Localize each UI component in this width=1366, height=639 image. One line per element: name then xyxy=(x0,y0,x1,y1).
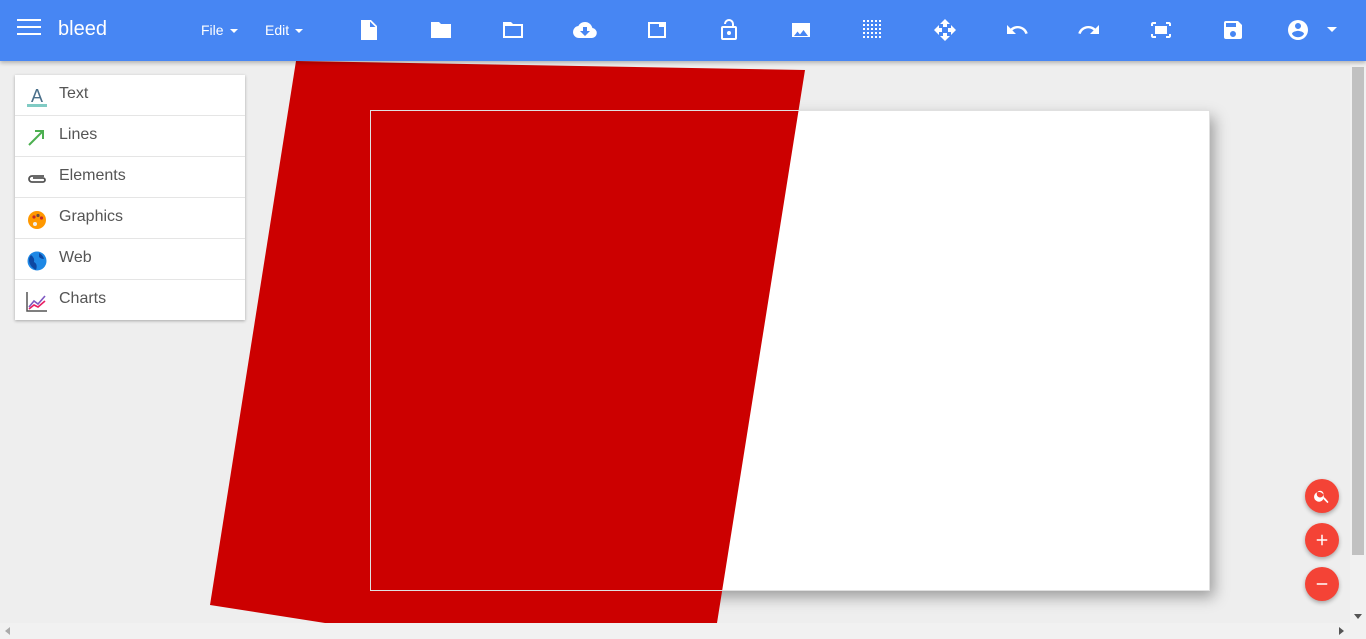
vertical-scroll-thumb[interactable] xyxy=(1352,67,1364,555)
grid-dots-icon[interactable] xyxy=(857,14,889,46)
file-menu-label: File xyxy=(201,22,224,38)
panel-item-text[interactable]: A Text xyxy=(15,75,245,116)
image-icon[interactable] xyxy=(785,14,817,46)
svg-text:A: A xyxy=(31,86,43,106)
cloud-download-icon[interactable] xyxy=(569,14,601,46)
chevron-down-icon xyxy=(295,29,304,34)
file-menu-button[interactable]: File xyxy=(201,22,238,38)
text-icon: A xyxy=(27,86,47,107)
folder-outline-icon[interactable] xyxy=(497,14,529,46)
arrow-line-icon xyxy=(28,130,44,146)
app-title: bleed xyxy=(58,18,107,40)
panel-item-label: Graphics xyxy=(59,208,124,225)
insert-panel: A Text Lines Elements Graphics Web Chart… xyxy=(15,75,245,320)
open-folder-icon[interactable] xyxy=(425,14,457,46)
panel-item-web[interactable]: Web xyxy=(15,239,245,280)
panel-item-label: Web xyxy=(59,249,92,266)
search-icon xyxy=(1314,490,1329,504)
top-app-bar: bleed File Edit xyxy=(0,0,1366,61)
menu-icon[interactable] xyxy=(17,19,41,39)
panel-item-lines[interactable]: Lines xyxy=(15,116,245,157)
lock-open-icon[interactable] xyxy=(713,14,745,46)
account-circle-icon[interactable] xyxy=(1282,14,1314,46)
chevron-down-icon xyxy=(229,29,238,34)
edit-menu-button[interactable]: Edit xyxy=(265,22,304,38)
bleed-guide-frame xyxy=(370,110,1210,591)
panel-item-label: Charts xyxy=(59,290,107,307)
panel-item-elements[interactable]: Elements xyxy=(15,157,245,198)
zoom-out-button[interactable] xyxy=(1305,567,1339,601)
panel-item-charts[interactable]: Charts xyxy=(15,280,245,320)
zoom-in-button[interactable] xyxy=(1305,523,1339,557)
account-chevron-down-icon[interactable] xyxy=(1327,27,1337,32)
new-document-icon[interactable] xyxy=(353,14,385,46)
save-icon[interactable] xyxy=(1217,14,1249,46)
paperclip-icon xyxy=(28,175,46,183)
move-arrows-icon[interactable] xyxy=(929,14,961,46)
panel-item-graphics[interactable]: Graphics xyxy=(15,198,245,239)
scroll-right-arrow-icon[interactable] xyxy=(1339,627,1344,635)
scrollbar-corner xyxy=(1350,623,1366,639)
undo-icon[interactable] xyxy=(1001,14,1033,46)
fit-screen-icon[interactable] xyxy=(1145,14,1177,46)
scroll-down-arrow-icon[interactable] xyxy=(1354,614,1362,619)
redo-icon[interactable] xyxy=(1073,14,1105,46)
window-icon[interactable] xyxy=(641,14,673,46)
horizontal-scrollbar[interactable] xyxy=(0,623,1350,639)
minus-icon xyxy=(1316,583,1328,585)
line-chart-icon xyxy=(26,292,47,312)
panel-item-label: Text xyxy=(59,85,89,102)
zoom-search-button[interactable] xyxy=(1305,479,1339,513)
globe-icon xyxy=(27,251,47,271)
edit-menu-label: Edit xyxy=(265,22,290,38)
scroll-left-arrow-icon[interactable] xyxy=(5,627,10,635)
vertical-scrollbar[interactable] xyxy=(1350,61,1366,623)
panel-item-label: Lines xyxy=(59,126,98,143)
panel-item-label: Elements xyxy=(59,167,126,184)
plus-icon xyxy=(1316,534,1328,546)
palette-icon xyxy=(28,211,46,229)
